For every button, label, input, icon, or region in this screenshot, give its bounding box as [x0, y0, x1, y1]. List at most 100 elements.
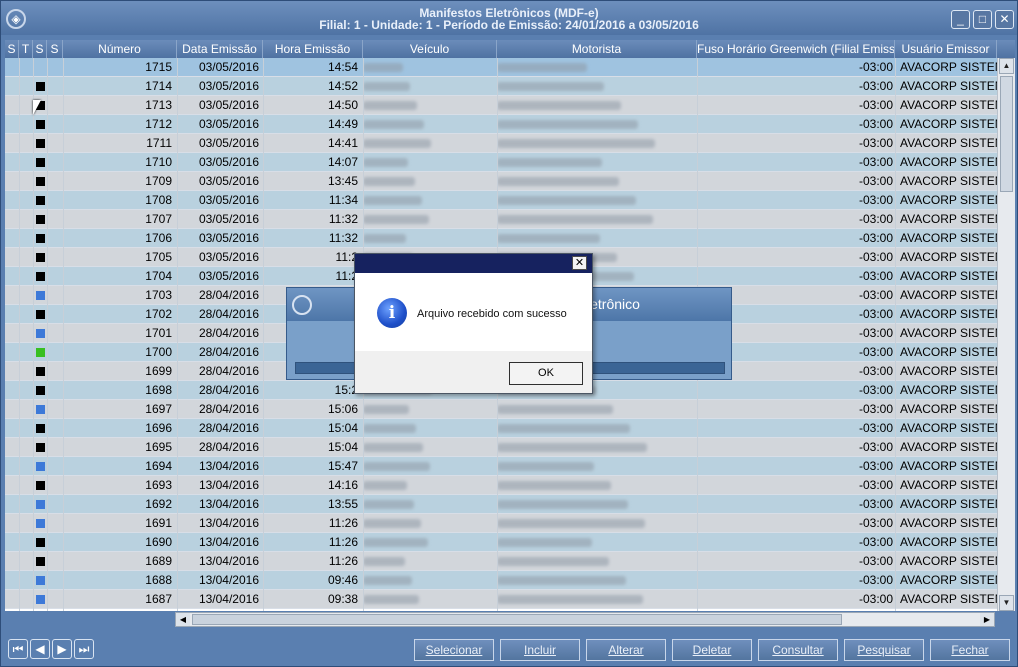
motorista-cell	[497, 514, 697, 533]
scroll-left-icon[interactable]: ◀	[176, 613, 190, 626]
vertical-scrollbar[interactable]: ▲ ▼	[997, 58, 1015, 611]
hora-emissao-cell: 13:45	[327, 174, 358, 188]
last-record-icon[interactable]: ⏭	[74, 639, 94, 659]
table-row[interactable]: 1713 03/05/2016 14:50 -03:00 AVACORP SIS…	[5, 96, 1008, 115]
motorista-cell	[497, 172, 697, 191]
bottom-toolbar: ⏮ ◀ ▶ ⏭ Selecionar Incluir Alterar Delet…	[1, 631, 1017, 666]
fuso-horario-cell: -03:00	[858, 117, 893, 131]
window-controls: _ □ ✕	[951, 10, 1014, 29]
col-veiculo[interactable]: Veículo	[363, 40, 497, 58]
table-row[interactable]: 1695 28/04/2016 15:04 -03:00 AVACORP SIS…	[5, 438, 1008, 457]
message-close-button[interactable]: ✕	[572, 256, 587, 270]
scroll-down-icon[interactable]: ▼	[999, 595, 1014, 611]
deletar-button[interactable]: Deletar	[672, 639, 752, 661]
table-row[interactable]: 1709 03/05/2016 13:45 -03:00 AVACORP SIS…	[5, 172, 1008, 191]
fechar-button[interactable]: Fechar	[930, 639, 1010, 661]
fuso-horario-cell: -03:00	[858, 573, 893, 587]
table-row[interactable]: 1692 13/04/2016 13:55 -03:00 AVACORP SIS…	[5, 495, 1008, 514]
table-row[interactable]: 1691 13/04/2016 11:26 -03:00 AVACORP SIS…	[5, 514, 1008, 533]
consultar-button[interactable]: Consultar	[758, 639, 838, 661]
ok-button[interactable]: OK	[509, 362, 583, 385]
table-row[interactable]: 1696 28/04/2016 15:04 -03:00 AVACORP SIS…	[5, 419, 1008, 438]
table-row[interactable]: 1690 13/04/2016 11:26 -03:00 AVACORP SIS…	[5, 533, 1008, 552]
table-row[interactable]: 1710 03/05/2016 14:07 -03:00 AVACORP SIS…	[5, 153, 1008, 172]
hora-emissao-cell: 14:49	[327, 117, 358, 131]
col-fuso-horario[interactable]: Fuso Horário Greenwich (Filial Emissora)	[697, 40, 895, 58]
grid-header: S T S S Número Data Emissão Hora Emissão…	[5, 40, 1015, 58]
hora-emissao-cell: 14:54	[327, 60, 358, 74]
motorista-cell	[497, 438, 697, 457]
alterar-button[interactable]: Alterar	[586, 639, 666, 661]
col-s1[interactable]: S	[5, 40, 19, 58]
usuario-emissor-cell: AVACORP SISTEMA	[900, 212, 1008, 226]
data-emissao-cell: 13/04/2016	[198, 535, 259, 549]
selecionar-button[interactable]: Selecionar	[414, 639, 494, 661]
status-indicator-icon	[36, 234, 45, 243]
scroll-up-icon[interactable]: ▲	[999, 58, 1014, 74]
first-record-icon[interactable]: ⏮	[8, 639, 28, 659]
status-indicator-icon	[36, 538, 45, 547]
table-row[interactable]: 1694 13/04/2016 15:47 -03:00 AVACORP SIS…	[5, 457, 1008, 476]
minimize-button[interactable]: _	[951, 10, 970, 29]
fuso-horario-cell: -03:00	[858, 60, 893, 74]
col-t[interactable]: T	[19, 40, 33, 58]
incluir-button[interactable]: Incluir	[500, 639, 580, 661]
pesquisar-button[interactable]: Pesquisar	[844, 639, 924, 661]
table-row[interactable]: 1714 03/05/2016 14:52 -03:00 AVACORP SIS…	[5, 77, 1008, 96]
prev-record-icon[interactable]: ◀	[30, 639, 50, 659]
col-motorista[interactable]: Motorista	[497, 40, 697, 58]
table-row[interactable]: 1708 03/05/2016 11:34 -03:00 AVACORP SIS…	[5, 191, 1008, 210]
table-row[interactable]: 1697 28/04/2016 15:06 -03:00 AVACORP SIS…	[5, 400, 1008, 419]
fuso-horario-cell: -03:00	[858, 79, 893, 93]
usuario-emissor-cell: AVACORP SISTEMA	[900, 516, 1008, 530]
hora-emissao-cell: 09:38	[327, 592, 358, 606]
veiculo-cell	[363, 533, 493, 552]
motorista-cell	[497, 552, 697, 571]
col-data-emissao[interactable]: Data Emissão	[177, 40, 263, 58]
table-row[interactable]: 1711 03/05/2016 14:41 -03:00 AVACORP SIS…	[5, 134, 1008, 153]
table-row[interactable]: 1712 03/05/2016 14:49 -03:00 AVACORP SIS…	[5, 115, 1008, 134]
table-row[interactable]: 1689 13/04/2016 11:26 -03:00 AVACORP SIS…	[5, 552, 1008, 571]
horizontal-scroll-thumb[interactable]	[192, 614, 842, 625]
hora-emissao-cell: 11:32	[328, 231, 358, 245]
status-indicator-icon	[36, 595, 45, 604]
table-row[interactable]: 1715 03/05/2016 14:54 -03:00 AVACORP SIS…	[5, 58, 1008, 77]
col-usuario-emissor[interactable]: Usuário Emissor	[895, 40, 997, 58]
status-indicator-icon	[36, 253, 45, 262]
col-numero[interactable]: Número	[63, 40, 177, 58]
table-row[interactable]: 1706 03/05/2016 11:32 -03:00 AVACORP SIS…	[5, 229, 1008, 248]
hora-emissao-cell: 14:07	[327, 155, 358, 169]
fuso-horario-cell: -03:00	[858, 459, 893, 473]
table-row[interactable]: 1687 13/04/2016 09:38 -03:00 AVACORP SIS…	[5, 590, 1008, 609]
veiculo-cell	[363, 400, 493, 419]
col-s2[interactable]: S	[33, 40, 47, 58]
horizontal-scrollbar[interactable]: ◀ ▶	[175, 612, 995, 627]
data-emissao-cell: 03/05/2016	[198, 98, 259, 112]
numero-cell: 1700	[145, 345, 172, 359]
motorista-cell	[497, 96, 697, 115]
usuario-emissor-cell: AVACORP SISTEMA	[900, 79, 1008, 93]
status-indicator-icon	[36, 139, 45, 148]
vertical-scroll-thumb[interactable]	[1000, 76, 1013, 192]
data-emissao-cell: 28/04/2016	[198, 402, 259, 416]
col-s3[interactable]: S	[47, 40, 63, 58]
status-indicator-icon	[36, 557, 45, 566]
numero-cell: 1699	[145, 364, 172, 378]
scroll-right-icon[interactable]: ▶	[980, 613, 994, 626]
fuso-horario-cell: -03:00	[858, 155, 893, 169]
mouse-cursor-icon	[33, 100, 41, 115]
close-button[interactable]: ✕	[995, 10, 1014, 29]
fuso-horario-cell: -03:00	[858, 231, 893, 245]
table-row[interactable]: 1688 13/04/2016 09:46 -03:00 AVACORP SIS…	[5, 571, 1008, 590]
maximize-button[interactable]: □	[973, 10, 992, 29]
col-hora-emissao[interactable]: Hora Emissão	[263, 40, 363, 58]
usuario-emissor-cell: AVACORP SISTEMA	[900, 288, 1008, 302]
table-row[interactable]: 1707 03/05/2016 11:32 -03:00 AVACORP SIS…	[5, 210, 1008, 229]
next-record-icon[interactable]: ▶	[52, 639, 72, 659]
status-indicator-icon	[36, 329, 45, 338]
hora-emissao-cell: 15:47	[327, 459, 358, 473]
numero-cell: 1687	[145, 592, 172, 606]
status-indicator-icon	[36, 82, 45, 91]
fuso-horario-cell: -03:00	[858, 269, 893, 283]
table-row[interactable]: 1693 13/04/2016 14:16 -03:00 AVACORP SIS…	[5, 476, 1008, 495]
